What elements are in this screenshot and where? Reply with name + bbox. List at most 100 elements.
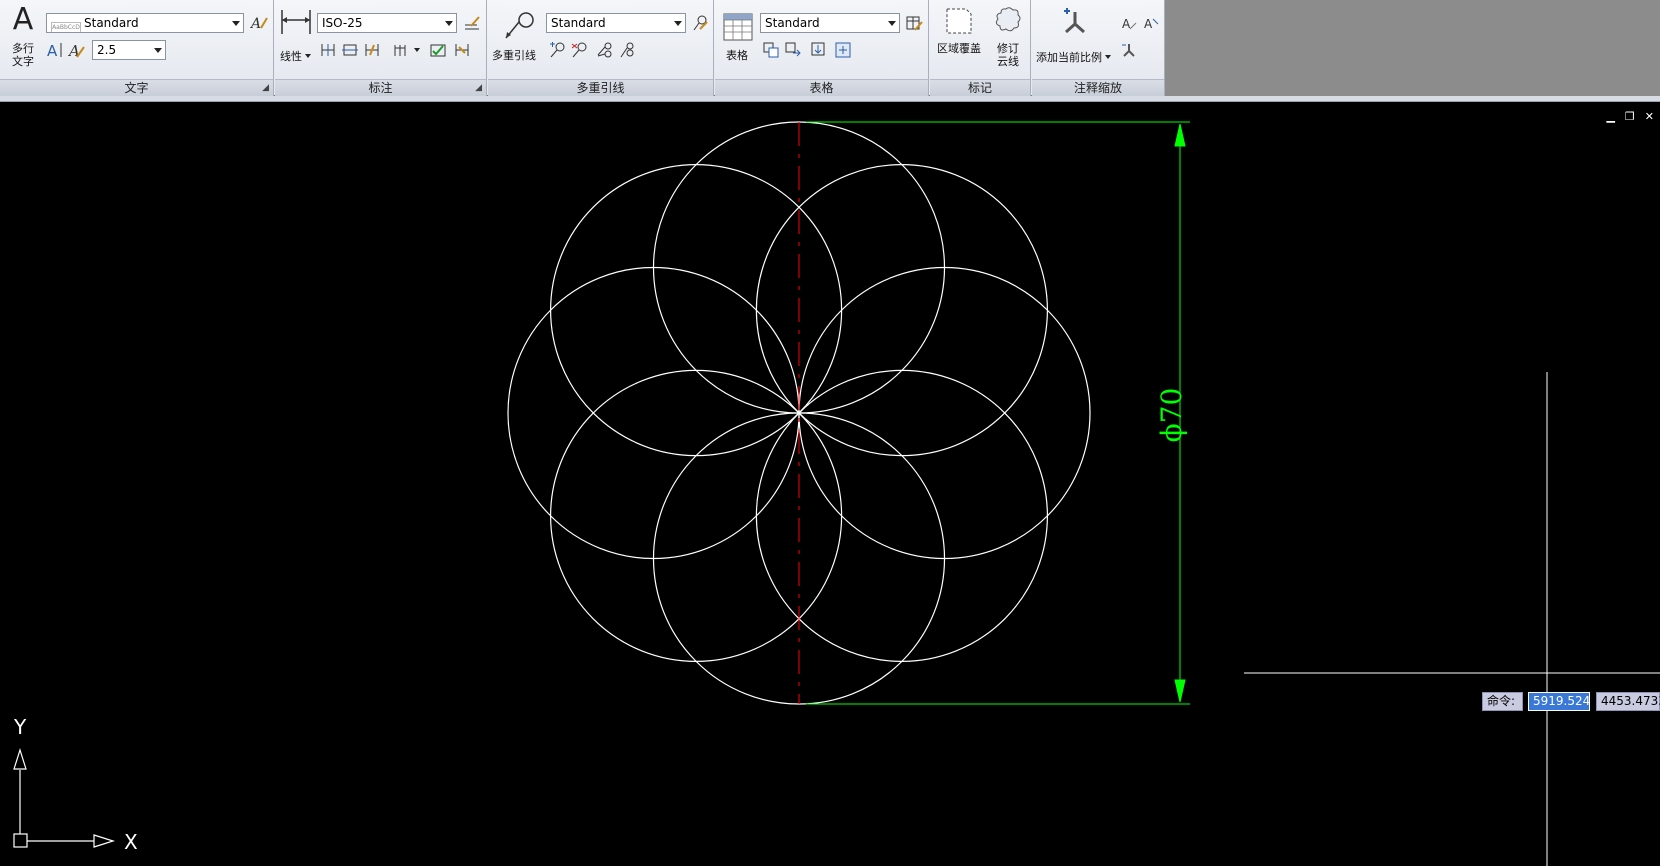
text-style-icon: A (250, 16, 268, 32)
coordinate-y-input[interactable]: 4453.4733 (1596, 692, 1660, 711)
align-leaders-button[interactable] (594, 40, 616, 60)
dimension-style-value: ISO-25 (322, 16, 363, 30)
upload-data-icon (835, 42, 851, 58)
ucs-x-label: X (124, 830, 138, 854)
text-edit-button[interactable]: A (66, 40, 88, 60)
add-current-scale-label: 添加当前比例 (1036, 51, 1111, 64)
extract-data-icon (763, 42, 779, 58)
table-style-manager-button[interactable] (903, 13, 925, 33)
annotation-visibility-button[interactable] (1118, 40, 1140, 60)
panel-title-dimension[interactable]: 标注 ◢ (275, 79, 486, 96)
table-label: 表格 (726, 49, 748, 62)
wipeout-label: 区域覆盖 (937, 42, 981, 55)
add-leader-icon (550, 42, 565, 58)
dim-update-button[interactable] (451, 40, 473, 60)
multileader-style-icon (693, 15, 708, 31)
panel-multileader: 多重引线 Standard 多重引线 (488, 0, 714, 96)
single-line-text-button[interactable]: A (44, 40, 66, 60)
text-style-combo[interactable]: AaBbCcD Standard (46, 13, 244, 33)
dim-quick-button[interactable] (317, 40, 339, 60)
add-delete-scales-button[interactable]: A (1118, 13, 1140, 33)
dim-inspect-button[interactable] (427, 40, 449, 60)
text-a-icon: A (12, 2, 34, 37)
panel-title-text[interactable]: 文字 ◢ (0, 79, 273, 96)
multileader-style-manager-button[interactable] (689, 13, 711, 33)
text-style-manager-button[interactable]: A (248, 13, 270, 33)
link-data-button[interactable] (782, 40, 804, 60)
multiline-text-button[interactable]: A 多行 文字 (4, 4, 42, 70)
dimension-style-icon (465, 16, 480, 30)
panel-markup: 区域覆盖 修订 云线 标记 (930, 0, 1031, 96)
dim-continue-icon (342, 44, 358, 56)
collect-leaders-button[interactable] (616, 40, 638, 60)
ucs-x-arrow (93, 834, 115, 848)
ucs-y-arrow (13, 748, 27, 770)
chevron-down-icon (413, 48, 420, 52)
dimension-text[interactable]: ϕ70 (1141, 388, 1201, 443)
revcloud-label: 修订 云线 (997, 42, 1019, 68)
svg-text:A: A (47, 42, 58, 59)
drawing-canvas[interactable] (0, 102, 1660, 866)
restore-icon[interactable]: ❐ (1625, 110, 1635, 123)
dialog-launcher-icon[interactable]: ◢ (475, 80, 482, 97)
dim-inspect-icon (430, 44, 446, 57)
collect-leaders-icon (620, 42, 634, 58)
sync-scale-positions-button[interactable]: A (1140, 13, 1162, 33)
coordinate-x-input[interactable]: 5919.524 (1528, 692, 1590, 711)
annotation-visibility-icon (1122, 44, 1135, 57)
svg-text:A: A (1122, 17, 1131, 31)
dimension-style-manager-button[interactable] (461, 13, 483, 33)
svg-text:A: A (1144, 17, 1153, 31)
table-style-icon (906, 16, 923, 31)
revcloud-button[interactable]: 修订 云线 (988, 6, 1028, 72)
dim-continue-button[interactable] (339, 40, 361, 60)
linear-dimension-button[interactable]: 线性 (278, 6, 314, 68)
panel-title-table[interactable]: 表格 (715, 79, 928, 96)
table-style-combo[interactable]: Standard (760, 13, 900, 33)
remove-leader-button[interactable] (568, 40, 590, 60)
dim-space-button[interactable] (389, 40, 423, 60)
dim-break-icon (365, 44, 379, 56)
table-button[interactable]: 表格 (719, 12, 757, 68)
multileader-icon (505, 12, 534, 39)
multileader-button[interactable]: 多重引线 (492, 10, 542, 68)
close-icon[interactable]: ✕ (1645, 110, 1654, 123)
petal-circle-5[interactable] (507, 266, 800, 560)
text-height-value: 2.5 (97, 43, 117, 57)
add-leader-button[interactable] (546, 40, 568, 60)
panel-title-annotation-scaling[interactable]: 注释缩放 (1032, 79, 1164, 96)
revcloud-icon (995, 7, 1021, 32)
upload-data-button[interactable] (832, 40, 854, 60)
multiline-text-label: 多行 文字 (12, 42, 34, 68)
minimize-icon[interactable]: ▁ (1606, 110, 1614, 123)
svg-text:A: A (250, 16, 261, 32)
download-data-button[interactable] (808, 40, 830, 60)
dimension-style-combo[interactable]: ISO-25 (317, 13, 457, 33)
add-current-scale-button[interactable]: 添加当前比例 (1034, 6, 1116, 68)
dim-update-icon (455, 44, 469, 56)
panel-title-multileader[interactable]: 多重引线 (488, 79, 713, 96)
sync-scale-icon: A (1144, 17, 1159, 31)
dialog-launcher-icon[interactable]: ◢ (262, 80, 269, 97)
dim-break-button[interactable] (361, 40, 383, 60)
multileader-style-value: Standard (551, 16, 606, 30)
panel-text: A 多行 文字 AaBbCcD Standard A A A 2.5 文字 ◢ (0, 0, 274, 96)
multileader-style-combo[interactable]: Standard (546, 13, 686, 33)
petal-circle-1[interactable] (798, 266, 1091, 560)
dim-space-icon (394, 45, 405, 56)
panel-title-markup[interactable]: 标记 (930, 79, 1030, 96)
text-style-value: Standard (84, 16, 139, 30)
arrowhead-top (1174, 123, 1186, 147)
extract-data-button[interactable] (760, 40, 782, 60)
linear-dimension-label: 线性 (280, 50, 311, 63)
align-leaders-icon (597, 42, 612, 58)
panel-title-multileader-label: 多重引线 (576, 81, 625, 95)
add-scale-text: 添加当前比例 (1036, 51, 1102, 64)
chevron-down-icon (1105, 55, 1111, 59)
ribbon: A 多行 文字 AaBbCcDStandard A A A 2.5 文字 ◢ (0, 0, 1165, 96)
panel-title-table-label: 表格 (809, 81, 834, 95)
text-height-combo[interactable]: 2.5 (92, 40, 166, 60)
chevron-down-icon (154, 48, 162, 53)
wipeout-button[interactable]: 区域覆盖 (934, 6, 984, 66)
chevron-down-icon (888, 21, 896, 26)
